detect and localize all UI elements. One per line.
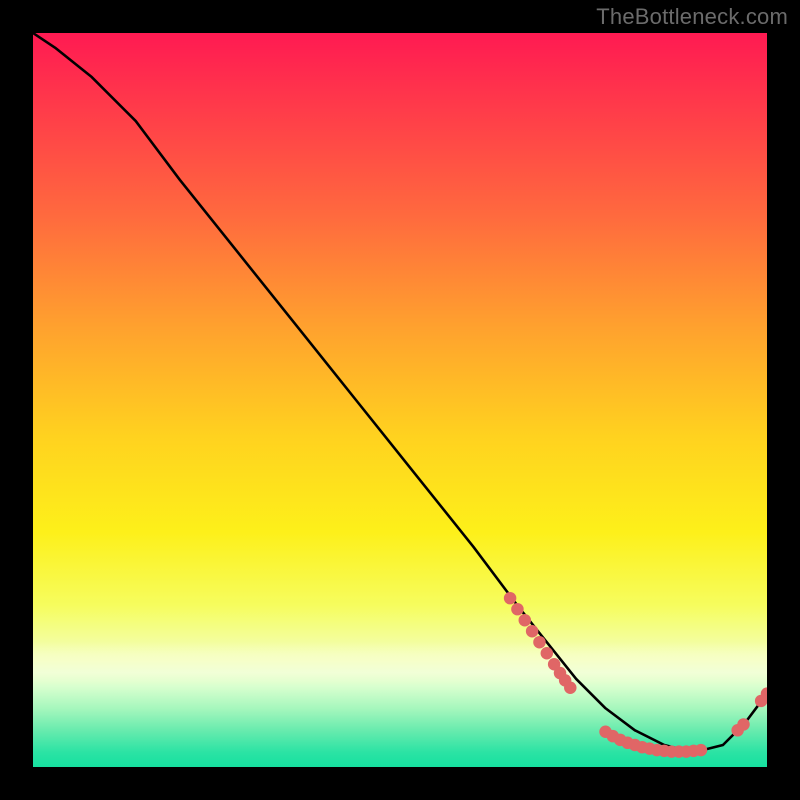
marker-group — [504, 592, 767, 758]
watermark-text: TheBottleneck.com — [596, 4, 788, 30]
curve-marker-dot — [511, 603, 523, 615]
chart-svg-overlay — [33, 33, 767, 767]
chart-frame: TheBottleneck.com — [0, 0, 800, 800]
bottleneck-curve-line — [33, 33, 767, 752]
curve-marker-dot — [504, 592, 516, 604]
curve-marker-dot — [519, 614, 531, 626]
curve-marker-dot — [526, 625, 538, 637]
curve-marker-dot — [533, 636, 545, 648]
curve-marker-dot — [695, 744, 707, 756]
curve-marker-dot — [541, 647, 553, 659]
curve-marker-dot — [564, 681, 576, 693]
curve-marker-dot — [737, 718, 749, 730]
